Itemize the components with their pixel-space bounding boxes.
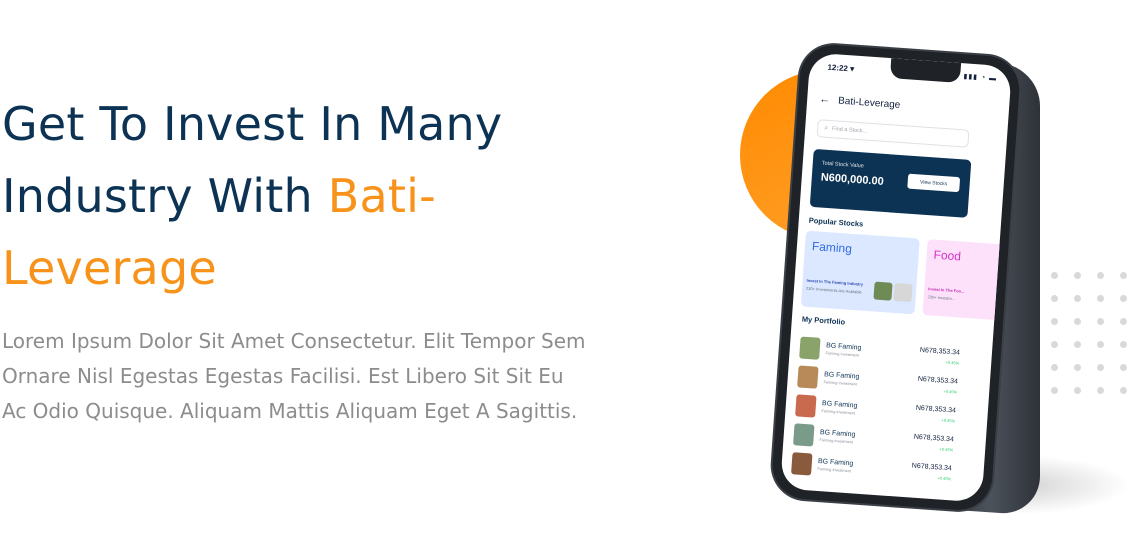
portfolio-thumbnail	[799, 335, 821, 360]
hero-title-line1: Get To Invest In Many	[2, 97, 503, 151]
portfolio-change: +0.45%	[943, 388, 958, 395]
portfolio-change: +0.45%	[939, 446, 954, 453]
total-stock-label: Total Stock Value	[821, 160, 864, 170]
portfolio-sub: Farming Investment	[825, 351, 860, 358]
search-placeholder: Find a Stock...	[831, 126, 868, 135]
status-icons: ▮▮▮ ◔ ▬	[963, 73, 998, 83]
popular-stock-card-food[interactable]: Food Invest In The Foo... 230+ Investm..…	[922, 239, 1012, 323]
portfolio-sub: Farming Investment	[823, 380, 858, 387]
stock-thumbnail	[873, 281, 893, 301]
back-arrow-icon[interactable]: ←	[819, 93, 831, 106]
total-stock-value: N600,000.00	[820, 171, 885, 188]
status-time: 12:22 ▾	[827, 62, 855, 74]
phone-notch	[889, 58, 962, 83]
portfolio-name: BG Faming	[823, 371, 860, 381]
hero-title-brand-part2: Leverage	[2, 241, 217, 295]
portfolio-name: BG Faming	[817, 458, 854, 468]
portfolio-amount: N678,353.34	[913, 433, 955, 444]
popular-stock-count: 230+ Investm...	[927, 294, 956, 302]
total-stock-card: Total Stock Value N600,000.00 View Stock…	[809, 148, 972, 218]
portfolio-change: +0.45%	[937, 475, 952, 482]
portfolio-thumbnail	[791, 451, 813, 476]
app-header: ← Bati-Leverage	[819, 93, 901, 111]
portfolio-change: +0.45%	[941, 417, 956, 424]
phone-frame: 12:22 ▾ ▮▮▮ ◔ ▬ ← Bati-Leverage ⌕ Find a…	[770, 42, 1022, 513]
portfolio-thumbnail	[797, 364, 819, 389]
my-portfolio-title: My Portfolio	[801, 314, 846, 327]
portfolio-thumbnail	[793, 422, 815, 447]
hero-title: Get To Invest In Many Industry With Bati…	[2, 88, 602, 304]
portfolio-amount: N678,353.34	[919, 346, 961, 357]
portfolio-list: BG Faming Farming Investment N678,353.34…	[791, 333, 961, 489]
portfolio-amount: N678,353.34	[915, 404, 957, 415]
portfolio-name: BG Faming	[825, 342, 862, 352]
hero-description: Lorem Ipsum Dolor Sit Amet Consectetur. …	[2, 329, 586, 423]
hero-title-brand-part1: Bati-	[327, 169, 436, 223]
portfolio-name: BG Faming	[819, 429, 856, 439]
portfolio-amount: N678,353.34	[911, 462, 953, 473]
phone-mockup: 12:22 ▾ ▮▮▮ ◔ ▬ ← Bati-Leverage ⌕ Find a…	[770, 42, 1022, 513]
app-title: Bati-Leverage	[837, 95, 901, 111]
hero-title-line2: Industry With	[2, 169, 328, 223]
phone-screen: 12:22 ▾ ▮▮▮ ◔ ▬ ← Bati-Leverage ⌕ Find a…	[780, 52, 1012, 503]
view-stocks-button[interactable]: View Stocks	[907, 173, 961, 193]
portfolio-name: BG Faming	[821, 400, 858, 410]
search-icon: ⌕	[824, 124, 829, 132]
portfolio-change: +0.45%	[945, 359, 960, 366]
decorative-dot-grid	[1028, 272, 1136, 404]
popular-stock-tagline: Invest In The Foo...	[928, 286, 965, 294]
stock-search-input[interactable]: ⌕ Find a Stock...	[816, 119, 970, 148]
popular-stock-name: Faming	[811, 239, 853, 256]
portfolio-amount: N678,353.34	[917, 375, 959, 386]
popular-stock-name: Food	[933, 247, 962, 264]
stock-thumbnail	[893, 282, 913, 303]
portfolio-sub: Farming Investment	[817, 466, 852, 474]
portfolio-sub: Farming Investment	[821, 409, 856, 416]
popular-stock-count: 230+ Investments Are Available	[805, 285, 862, 295]
popular-stocks-title: Popular Stocks	[808, 215, 864, 229]
portfolio-thumbnail	[795, 393, 817, 418]
portfolio-sub: Farming Investment	[819, 438, 854, 445]
popular-stocks-carousel[interactable]: Faming Invest In The Faming Industry 230…	[800, 230, 1012, 323]
popular-stock-card-faming[interactable]: Faming Invest In The Faming Industry 230…	[800, 230, 920, 315]
